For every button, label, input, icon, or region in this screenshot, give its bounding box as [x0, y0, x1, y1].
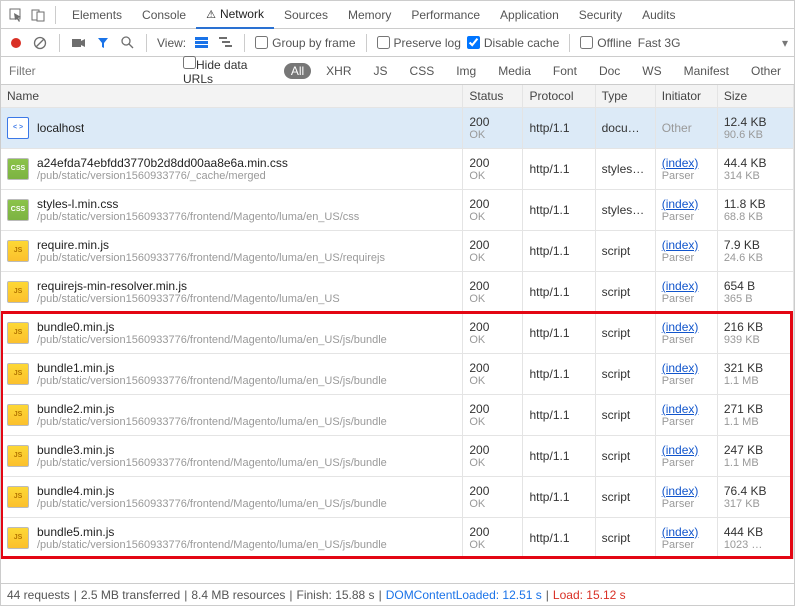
- file-type-icon: < >: [7, 117, 29, 139]
- preserve-log-checkbox[interactable]: Preserve log: [377, 36, 461, 50]
- tab-console[interactable]: Console: [132, 1, 196, 28]
- file-type-icon: JS: [7, 240, 29, 262]
- table-row[interactable]: < >localhost200OKhttp/1.1docu…Other12.4 …: [1, 107, 794, 148]
- group-by-frame-checkbox[interactable]: Group by frame: [255, 36, 355, 50]
- table-row[interactable]: JSbundle3.min.js/pub/static/version15609…: [1, 435, 794, 476]
- filter-chip-doc[interactable]: Doc: [592, 63, 627, 79]
- file-type-icon: JS: [7, 445, 29, 467]
- throttle-select[interactable]: Fast 3G: [638, 36, 681, 50]
- filter-chip-manifest[interactable]: Manifest: [677, 63, 736, 79]
- tab-network[interactable]: ⚠Network: [196, 2, 274, 29]
- disable-cache-checkbox[interactable]: Disable cache: [467, 36, 559, 50]
- offline-checkbox[interactable]: Offline: [580, 36, 631, 50]
- file-type-icon: JS: [7, 527, 29, 549]
- filter-input[interactable]: [7, 63, 147, 79]
- file-type-icon: JS: [7, 486, 29, 508]
- large-rows-icon[interactable]: [192, 34, 210, 52]
- file-type-icon: JS: [7, 281, 29, 303]
- filter-chip-css[interactable]: CSS: [403, 63, 442, 79]
- file-type-icon: CSS: [7, 199, 29, 221]
- tab-performance[interactable]: Performance: [401, 1, 490, 28]
- tab-application[interactable]: Application: [490, 1, 569, 28]
- filter-chip-font[interactable]: Font: [546, 63, 584, 79]
- filter-chip-xhr[interactable]: XHR: [319, 63, 358, 79]
- file-type-icon: CSS: [7, 158, 29, 180]
- file-type-icon: JS: [7, 404, 29, 426]
- table-row[interactable]: JSrequirejs-min-resolver.min.js/pub/stat…: [1, 271, 794, 312]
- status-domcontentloaded: DOMContentLoaded: 12.51 s: [386, 588, 542, 602]
- throttle-chevron-icon[interactable]: ▾: [782, 36, 788, 50]
- filter-chip-media[interactable]: Media: [491, 63, 538, 79]
- record-icon[interactable]: [7, 34, 25, 52]
- clear-icon[interactable]: [31, 34, 49, 52]
- column-name[interactable]: Name: [1, 85, 463, 107]
- camera-icon[interactable]: [70, 34, 88, 52]
- column-type[interactable]: Type: [595, 85, 655, 107]
- table-row[interactable]: JSbundle1.min.js/pub/static/version15609…: [1, 353, 794, 394]
- filter-chip-js[interactable]: JS: [367, 63, 395, 79]
- inspect-icon[interactable]: [5, 4, 27, 26]
- file-type-icon: JS: [7, 363, 29, 385]
- status-requests: 44 requests: [7, 588, 70, 602]
- device-icon[interactable]: [27, 4, 49, 26]
- file-type-icon: JS: [7, 322, 29, 344]
- status-resources: 8.4 MB resources: [191, 588, 285, 602]
- status-transferred: 2.5 MB transferred: [81, 588, 180, 602]
- column-status[interactable]: Status: [463, 85, 523, 107]
- tab-audits[interactable]: Audits: [632, 1, 685, 28]
- search-icon[interactable]: [118, 34, 136, 52]
- table-row[interactable]: JSbundle4.min.js/pub/static/version15609…: [1, 476, 794, 517]
- hide-data-urls-checkbox[interactable]: Hide data URLs: [183, 56, 276, 86]
- view-label: View:: [157, 36, 186, 50]
- table-row[interactable]: JSbundle5.min.js/pub/static/version15609…: [1, 517, 794, 558]
- filter-chip-all[interactable]: All: [284, 63, 311, 79]
- table-row[interactable]: JSbundle0.min.js/pub/static/version15609…: [1, 312, 794, 353]
- tab-security[interactable]: Security: [569, 1, 632, 28]
- column-size[interactable]: Size: [717, 85, 793, 107]
- filter-chip-ws[interactable]: WS: [635, 63, 668, 79]
- tab-elements[interactable]: Elements: [62, 1, 132, 28]
- waterfall-icon[interactable]: [216, 34, 234, 52]
- filter-chip-other[interactable]: Other: [744, 63, 788, 79]
- filter-icon[interactable]: [94, 34, 112, 52]
- table-row[interactable]: CSSa24efda74ebfdd3770b2d8dd00aa8e6a.min.…: [1, 148, 794, 189]
- column-protocol[interactable]: Protocol: [523, 85, 595, 107]
- tab-memory[interactable]: Memory: [338, 1, 401, 28]
- column-initiator[interactable]: Initiator: [655, 85, 717, 107]
- status-finish: Finish: 15.88 s: [297, 588, 375, 602]
- filter-chip-img[interactable]: Img: [449, 63, 483, 79]
- tab-sources[interactable]: Sources: [274, 1, 338, 28]
- table-row[interactable]: JSbundle2.min.js/pub/static/version15609…: [1, 394, 794, 435]
- table-row[interactable]: JSrequire.min.js/pub/static/version15609…: [1, 230, 794, 271]
- table-row[interactable]: CSSstyles-l.min.css/pub/static/version15…: [1, 189, 794, 230]
- status-load: Load: 15.12 s: [553, 588, 626, 602]
